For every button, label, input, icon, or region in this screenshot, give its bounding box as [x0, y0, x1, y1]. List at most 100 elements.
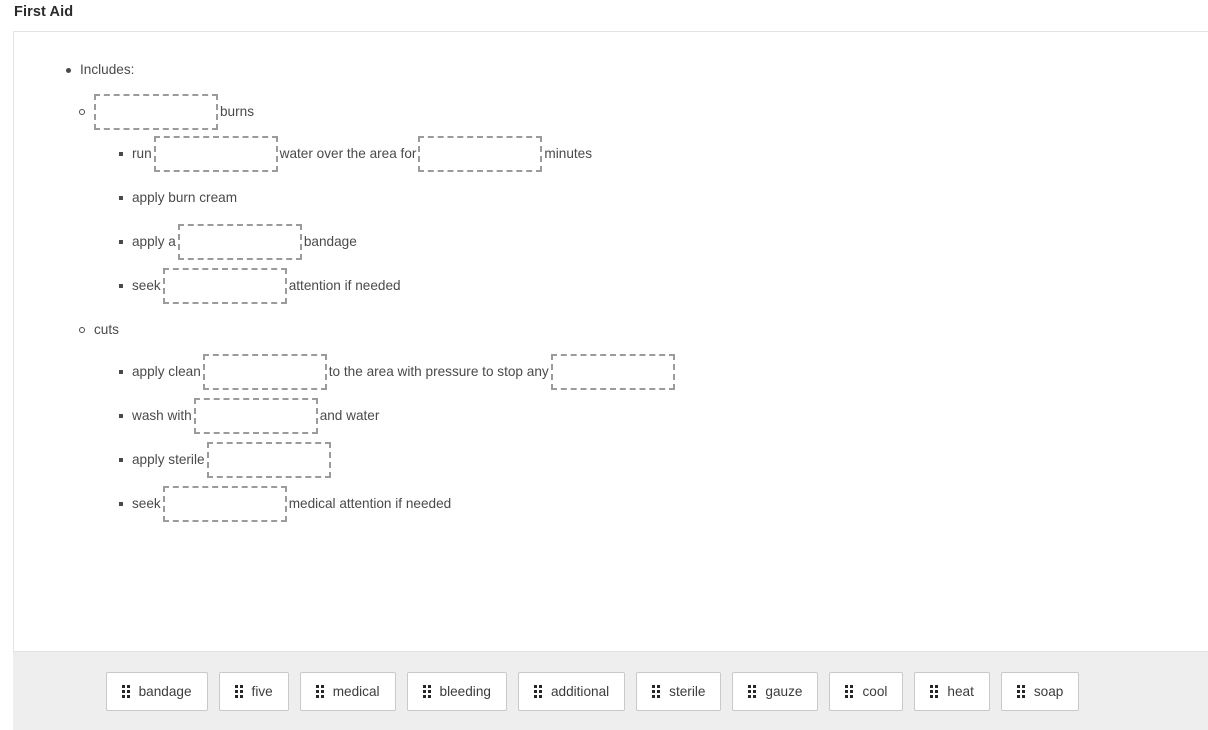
step-text: water over the area for	[279, 146, 417, 162]
drag-handle-icon[interactable]	[652, 684, 661, 698]
step-item: apply clean to the area with pressure to …	[94, 354, 1208, 391]
step-text: seek	[132, 278, 161, 294]
step-row: wash with and water	[132, 398, 1208, 435]
word-chip-label: additional	[550, 683, 610, 699]
answer-dropzone[interactable]	[550, 354, 675, 391]
word-chip-label: bandage	[138, 683, 192, 699]
answer-dropzone[interactable]	[418, 136, 543, 173]
section-item: burns	[54, 94, 1208, 131]
step-text: apply clean	[132, 364, 201, 380]
word-chip-label: bleeding	[439, 683, 491, 699]
step-group: run water over the area for minutes apply b…	[54, 136, 1208, 305]
exercise-panel: Includes: burns run water over the area fo…	[13, 31, 1208, 652]
circle-bullet-icon	[79, 109, 85, 116]
answer-dropzone[interactable]	[202, 354, 327, 391]
square-bullet-icon	[119, 458, 123, 463]
step-text: bandage	[303, 234, 357, 250]
word-chip-sterile[interactable]: sterile	[636, 671, 722, 711]
step-item: apply burn cream	[94, 180, 1208, 216]
word-chip-additional[interactable]: additional	[517, 671, 626, 711]
step-text: medical attention if needed	[288, 496, 452, 512]
square-bullet-icon	[119, 240, 123, 245]
step-text: apply a	[132, 234, 176, 250]
word-chip-medical[interactable]: medical	[299, 671, 396, 711]
step-list: run water over the area for minutes apply b…	[54, 136, 1208, 305]
word-chip-cool[interactable]: cool	[829, 671, 904, 711]
step-row: apply sterile	[132, 442, 1208, 479]
section-heading-row: cuts	[94, 312, 1208, 348]
step-row: run water over the area for minutes	[132, 136, 1208, 173]
drag-handle-icon[interactable]	[422, 684, 431, 698]
outline-root-list: Includes:	[14, 32, 1208, 78]
step-item: run water over the area for minutes	[94, 136, 1208, 173]
step-row: apply clean to the area with pressure to …	[132, 354, 1208, 391]
word-chip-label: gauze	[765, 683, 803, 699]
square-bullet-icon	[119, 284, 123, 289]
drag-handle-icon[interactable]	[533, 684, 542, 698]
word-chip-heat[interactable]: heat	[914, 671, 990, 711]
section-heading-row: burns	[94, 94, 1208, 131]
section-label: burns	[220, 104, 255, 120]
step-text: to the area with pressure to stop any	[328, 364, 549, 380]
step-text: apply burn cream	[132, 190, 238, 206]
step-text: wash with	[132, 408, 192, 424]
square-bullet-icon	[119, 196, 123, 201]
step-row: apply burn cream	[132, 180, 1208, 216]
square-bullet-icon	[119, 414, 123, 419]
step-list: apply clean to the area with pressure to …	[54, 354, 1208, 523]
word-chip-bandage[interactable]: bandage	[105, 671, 208, 711]
step-row: seek medical attention if needed	[132, 486, 1208, 523]
drag-handle-icon[interactable]	[845, 684, 854, 698]
step-text: attention if needed	[288, 278, 401, 294]
disc-bullet-icon	[66, 67, 71, 73]
square-bullet-icon	[119, 370, 123, 375]
step-text: and water	[319, 408, 380, 424]
drag-handle-icon[interactable]	[121, 684, 130, 698]
word-chip-label: cool	[862, 683, 888, 699]
exercise-content: Includes: burns run water over the area fo…	[14, 32, 1208, 523]
section-label: cuts	[94, 322, 119, 338]
drag-handle-icon[interactable]	[748, 684, 757, 698]
outline-root-label: Includes:	[80, 62, 135, 77]
word-chip-gauze[interactable]: gauze	[732, 671, 819, 711]
drag-handle-icon[interactable]	[930, 684, 939, 698]
step-text: seek	[132, 496, 161, 512]
drag-handle-icon[interactable]	[1016, 684, 1025, 698]
square-bullet-icon	[119, 152, 123, 157]
answer-dropzone[interactable]	[162, 268, 287, 305]
answer-dropzone[interactable]	[177, 224, 302, 261]
section-list: burns run water over the area for minutes ap…	[14, 94, 1208, 523]
page-title: First Aid	[14, 4, 74, 20]
answer-dropzone[interactable]	[94, 94, 218, 131]
word-chip-label: medical	[332, 683, 380, 699]
word-chip-soap[interactable]: soap	[1000, 671, 1080, 711]
step-item: seek attention if needed	[94, 268, 1208, 305]
outline-root-item: Includes:	[14, 62, 1208, 78]
step-text: apply sterile	[132, 452, 205, 468]
step-group: apply clean to the area with pressure to …	[54, 354, 1208, 523]
step-text: run	[132, 146, 152, 162]
answer-dropzone[interactable]	[193, 398, 318, 435]
first-aid-exercise-page: First Aid Includes: burns run water over t…	[0, 0, 1208, 730]
answer-dropzone[interactable]	[162, 486, 287, 523]
step-item: apply a bandage	[94, 224, 1208, 261]
section-item: cuts	[54, 312, 1208, 348]
word-chip-five[interactable]: five	[218, 671, 289, 711]
word-chip-bleeding[interactable]: bleeding	[406, 671, 507, 711]
circle-bullet-icon	[79, 327, 85, 334]
step-item: wash with and water	[94, 398, 1208, 435]
word-chip-label: sterile	[669, 683, 706, 699]
step-row: apply a bandage	[132, 224, 1208, 261]
drag-handle-icon[interactable]	[234, 684, 243, 698]
step-row: seek attention if needed	[132, 268, 1208, 305]
word-chip-label: five	[251, 683, 273, 699]
word-chip-label: heat	[947, 683, 974, 699]
word-chip-label: soap	[1033, 683, 1064, 699]
answer-dropzone[interactable]	[153, 136, 278, 173]
word-bank-tray: bandage five medical bleeding additional ster…	[13, 652, 1208, 730]
step-item: apply sterile	[94, 442, 1208, 479]
drag-handle-icon[interactable]	[315, 684, 324, 698]
square-bullet-icon	[119, 502, 123, 507]
step-item: seek medical attention if needed	[94, 486, 1208, 523]
answer-dropzone[interactable]	[206, 442, 331, 479]
